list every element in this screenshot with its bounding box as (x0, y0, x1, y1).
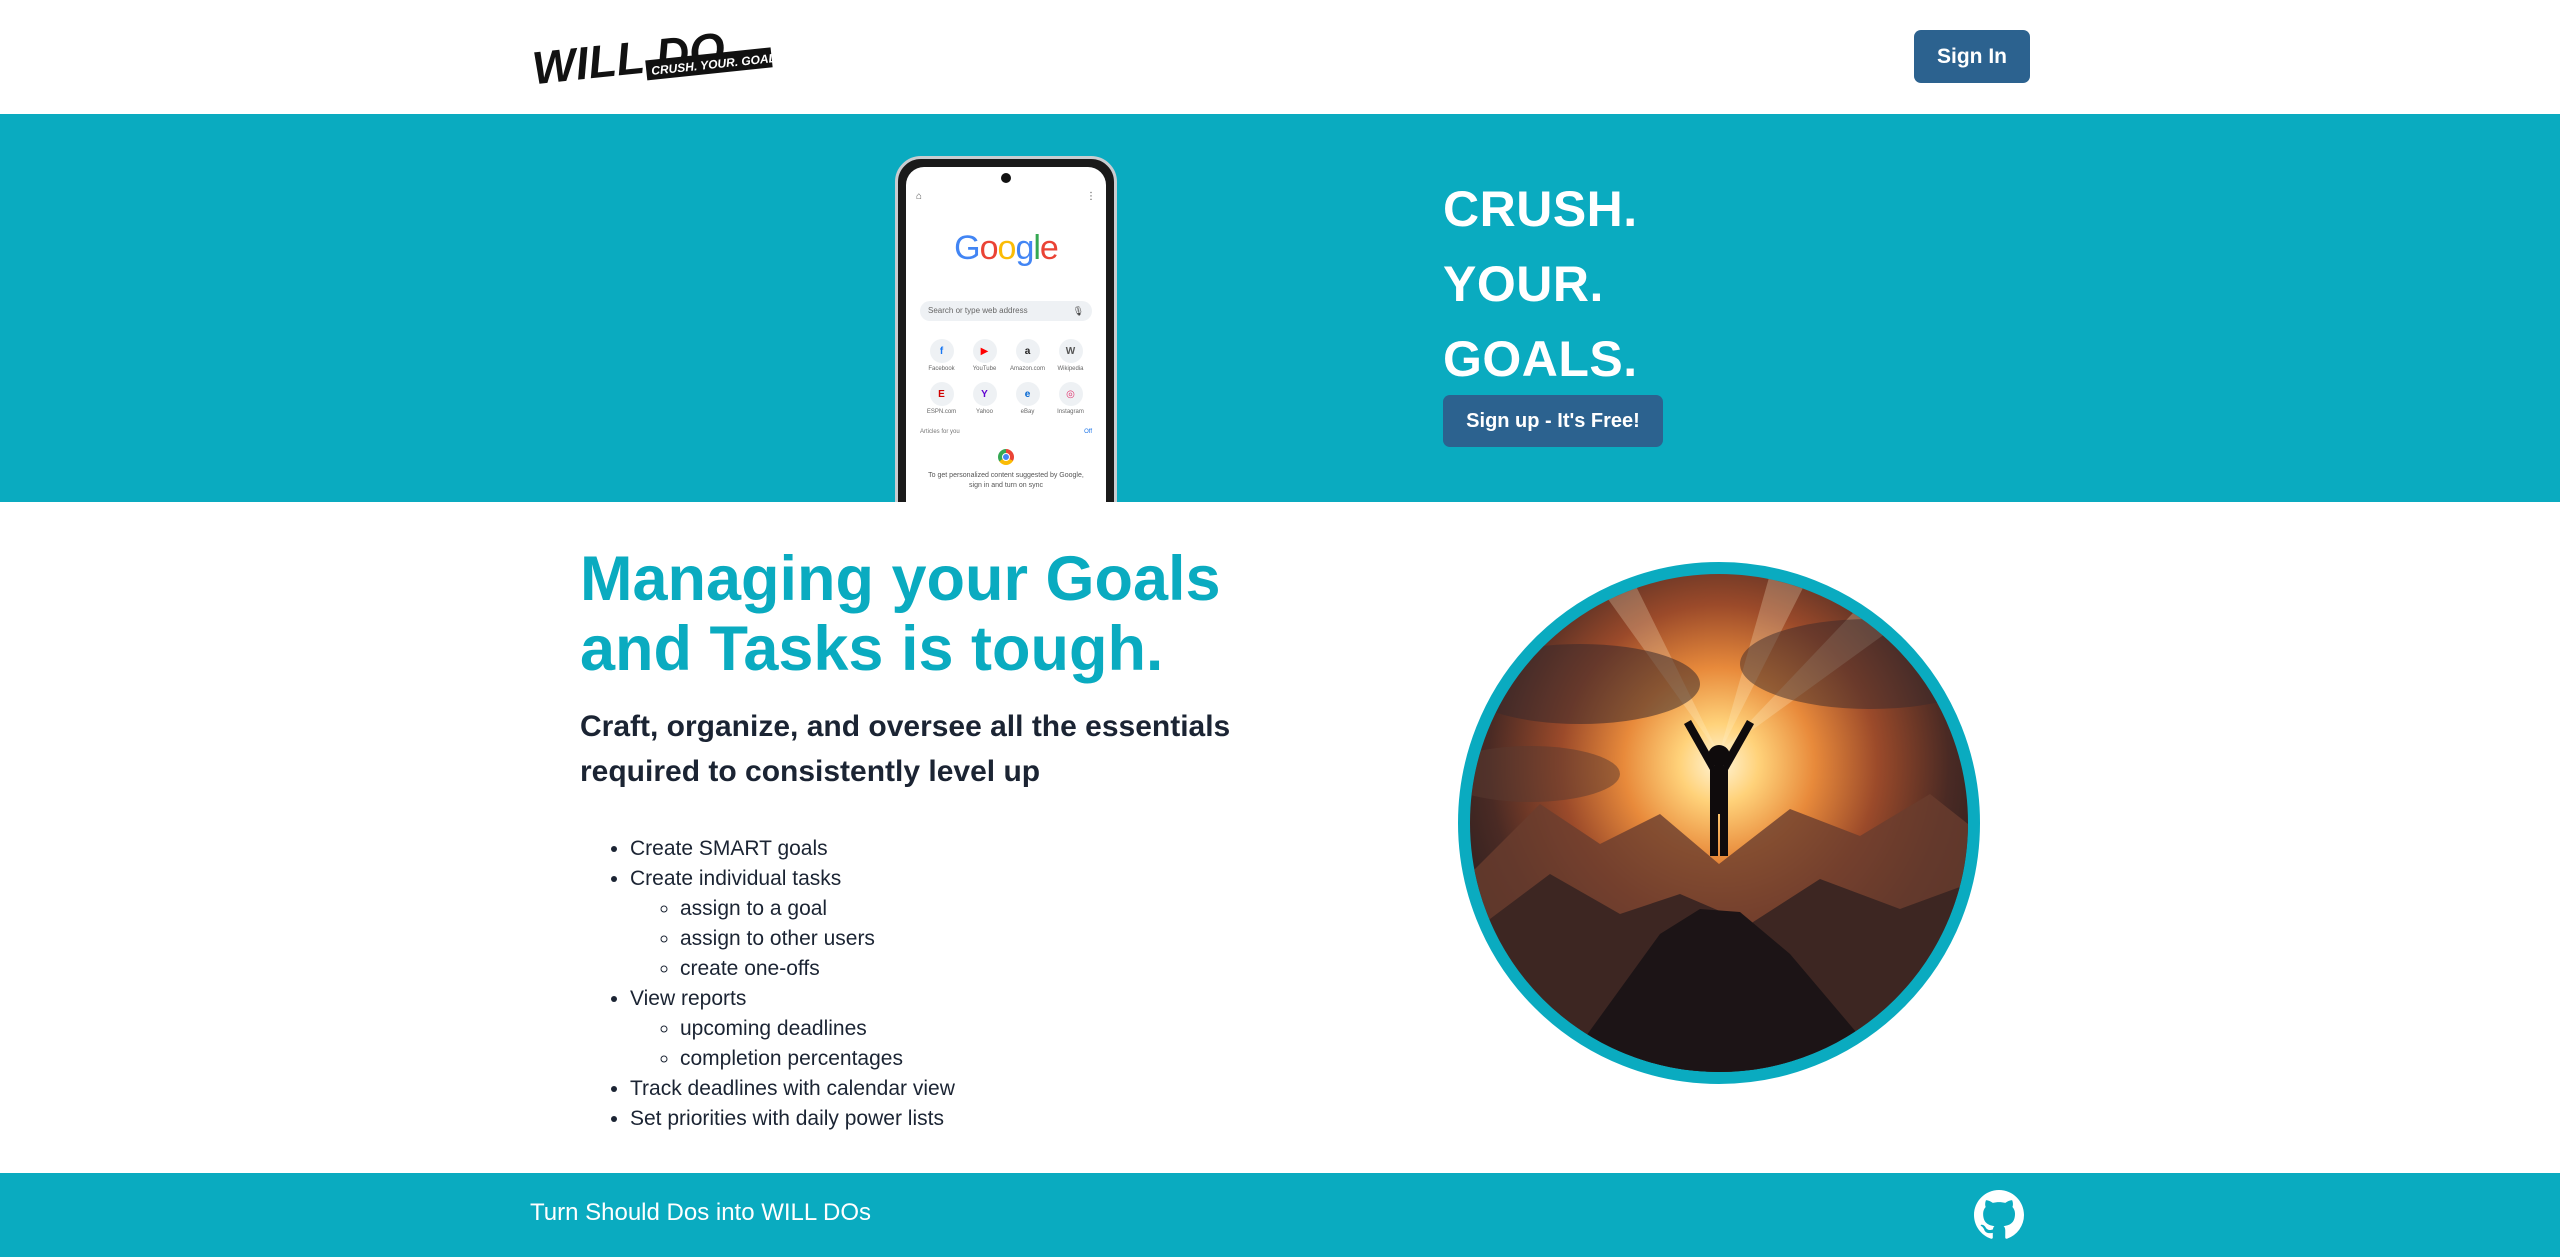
hero-headline-line: GOALS. (1443, 331, 1638, 387)
feature-item: Create SMART goals (630, 834, 955, 864)
page-subtitle: Craft, organize, and oversee all the ess… (580, 710, 1231, 788)
feature-subitem: completion percentages (680, 1044, 955, 1074)
phone-shortcut: a Amazon.com (1006, 339, 1049, 372)
phone-search-bar: Search or type web address 🎙 (920, 301, 1092, 321)
phone-screen: ⌂ ⋮ Google Search or type web address 🎙 … (906, 167, 1106, 502)
shortcut-label: ESPN.com (926, 409, 957, 415)
shortcut-icon: E (929, 382, 954, 406)
personalize-text: To get personalized content suggested by… (928, 472, 1084, 489)
articles-label: Articles for you (920, 429, 960, 435)
feature-label: Set priorities with daily power lists (630, 1107, 944, 1130)
feature-list: Create SMART goals Create individual tas… (580, 834, 955, 1134)
feature-item: Create individual tasks assign to a goal… (630, 864, 955, 984)
shortcut-icon: a (1015, 339, 1040, 363)
feature-subitem: upcoming deadlines (680, 1014, 955, 1044)
feature-item: Set priorities with daily power lists (630, 1104, 955, 1134)
shortcut-label: eBay (1020, 409, 1035, 415)
phone-shortcuts: f Facebook ▶ YouTube a Amazon.com W Wikipedia E E… (920, 339, 1092, 415)
phone-shortcut: ▶ YouTube (963, 339, 1006, 372)
phone-shortcut: f Facebook (920, 339, 963, 372)
footer: Turn Should Dos into WILL DOs (0, 1173, 2560, 1257)
footer-tagline: Turn Should Dos into WILL DOs (530, 1199, 872, 1226)
hero-headline-line: YOUR. (1443, 256, 1604, 312)
feature-label: Create individual tasks (630, 867, 842, 890)
sign-in-button[interactable]: Sign In (1914, 30, 2030, 83)
sign-up-button[interactable]: Sign up - It's Free! (1443, 395, 1663, 447)
github-icon-graphic (1974, 1190, 2024, 1239)
feature-label: View reports (630, 987, 747, 1010)
google-logo: Google (954, 229, 1059, 267)
phone-shortcut: Y Yahoo (963, 382, 1006, 415)
shortcut-icon: f (929, 339, 954, 363)
mic-icon: 🎙 (1072, 306, 1084, 316)
phone-shortcut: ◎ Instagram (1049, 382, 1092, 415)
feature-sublist: assign to a goal assign to other users c… (630, 894, 955, 984)
phone-shortcut: e eBay (1006, 382, 1049, 415)
more-vert-icon: ⋮ (1086, 191, 1096, 202)
feature-sublist: upcoming deadlines completion percentage… (630, 1014, 955, 1074)
feature-subitem: assign to a goal (680, 894, 955, 924)
phone-shortcut: W Wikipedia (1049, 339, 1092, 372)
phone-shortcut: E ESPN.com (920, 382, 963, 415)
phone-camera (1001, 173, 1011, 183)
logo-graphic: WILL DO CRUSH. YOUR. GOALS. (530, 22, 788, 94)
feature-label: Track deadlines with calendar view (630, 1077, 955, 1100)
shortcut-label: Facebook (928, 366, 955, 372)
shortcut-label: Yahoo (976, 409, 993, 415)
shortcut-label: Instagram (1057, 409, 1084, 415)
page-title: Managing your Goals and Tasks is tough. (580, 544, 1221, 684)
shortcut-icon: ◎ (1058, 382, 1083, 406)
mountain-summit-image (1458, 562, 1980, 1084)
shortcut-label: YouTube (972, 366, 997, 372)
feature-subitem: assign to other users (680, 924, 955, 954)
feature-item: Track deadlines with calendar view (630, 1074, 955, 1104)
phone-articles-row: Articles for you Off (920, 429, 1092, 435)
hero-headline-line: CRUSH. (1443, 181, 1638, 237)
shortcut-label: Amazon.com (1009, 366, 1045, 372)
shortcut-icon: Y (972, 382, 997, 406)
articles-toggle: Off (1084, 429, 1092, 435)
mountain-illustration (1470, 574, 1968, 1072)
chrome-icon (998, 449, 1014, 465)
github-icon[interactable] (1974, 1190, 2024, 1240)
feature-subitem: create one-offs (680, 954, 955, 984)
hero-banner: ⌂ ⋮ Google Search or type web address 🎙 … (0, 114, 2560, 502)
top-navbar: WILL DO CRUSH. YOUR. GOALS. Sign In (0, 0, 2560, 116)
feature-label: Create SMART goals (630, 837, 828, 860)
phone-mockup: ⌂ ⋮ Google Search or type web address 🎙 … (895, 156, 1117, 502)
phone-browser-toolbar: ⌂ ⋮ (916, 191, 1096, 205)
shortcut-icon: W (1058, 339, 1083, 363)
shortcut-icon: ▶ (972, 339, 997, 363)
will-do-logo[interactable]: WILL DO CRUSH. YOUR. GOALS. (530, 22, 788, 94)
shortcut-label: Wikipedia (1057, 366, 1084, 372)
phone-search-placeholder: Search or type web address (928, 306, 1028, 315)
home-icon: ⌂ (916, 191, 923, 202)
feature-item: View reports upcoming deadlines completi… (630, 984, 955, 1074)
shortcut-icon: e (1015, 382, 1040, 406)
hero-headline: CRUSH. YOUR. GOALS. (1443, 172, 1638, 397)
